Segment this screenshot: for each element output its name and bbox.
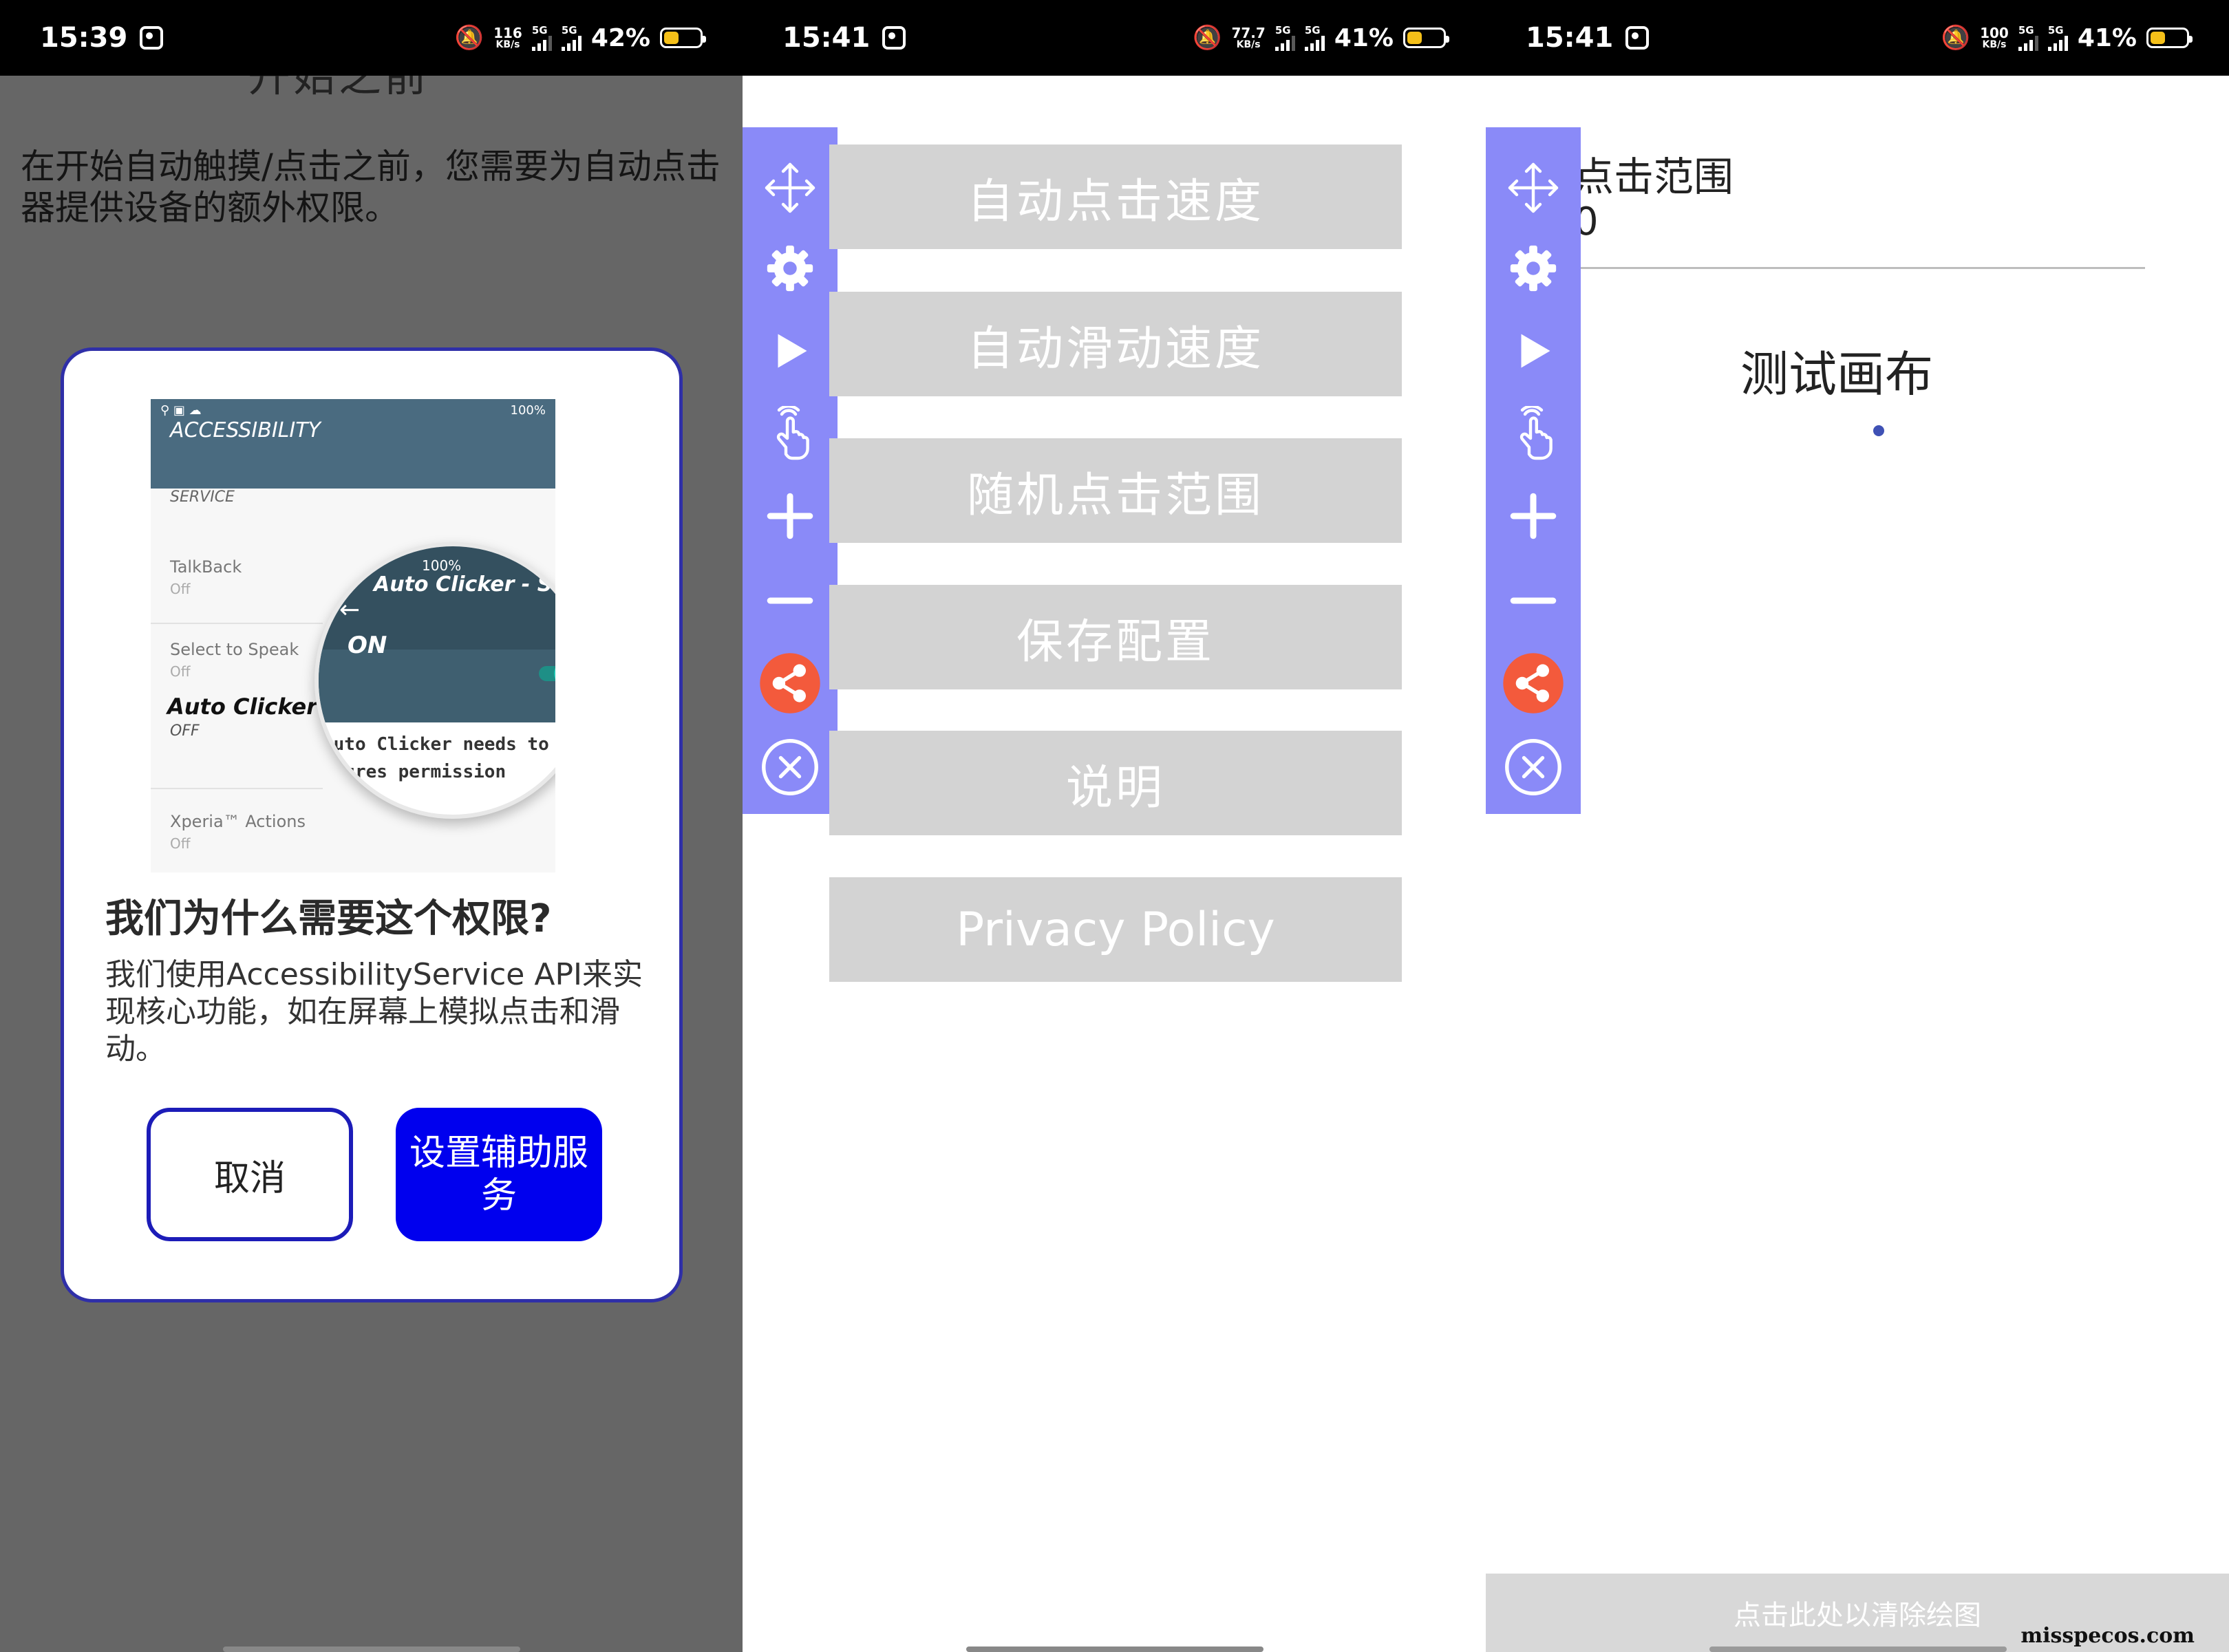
plus-icon[interactable] bbox=[1486, 482, 1581, 550]
mute-bell-icon: 🔕 bbox=[1941, 24, 1971, 52]
battery-percent: 41% bbox=[1334, 23, 1394, 52]
magnifier-title: Auto Clicker - Su bbox=[374, 572, 555, 597]
network-speed: 116 KB/s bbox=[493, 25, 522, 50]
intro-text: 在开始自动触摸/点击之前，您需要为自动点击器提供设备的额外权限。 bbox=[21, 147, 721, 228]
random-range-button[interactable]: 随机点击范围 bbox=[829, 438, 1402, 543]
move-icon[interactable] bbox=[1486, 153, 1581, 222]
illustration-section: SERVICE bbox=[170, 489, 235, 506]
move-icon[interactable] bbox=[743, 153, 838, 222]
canvas-title: 测试画布 bbox=[1740, 346, 1933, 403]
permission-screen: 开始之前 在开始自动触摸/点击之前，您需要为自动点击器提供设备的额外权限。 ⚲ … bbox=[0, 0, 743, 1652]
gallery-notification-icon bbox=[882, 26, 906, 50]
gear-icon[interactable] bbox=[1486, 234, 1581, 303]
floating-toolbar bbox=[1486, 127, 1581, 814]
list-item: Select to Speak Off bbox=[170, 640, 299, 680]
illustration-title: ACCESSIBILITY bbox=[170, 418, 321, 442]
list-item: TalkBack Off bbox=[170, 557, 242, 597]
gallery-notification-icon bbox=[1625, 26, 1650, 50]
play-icon[interactable] bbox=[743, 317, 838, 385]
signal-icon: 5G bbox=[2047, 25, 2068, 51]
battery-percent: 42% bbox=[590, 23, 650, 52]
magnifier-status: 100% bbox=[422, 557, 462, 574]
magnifier-on-label: ON bbox=[348, 632, 387, 659]
nav-gesture-bar[interactable] bbox=[223, 1646, 520, 1652]
network-speed: 100 KB/s bbox=[1980, 25, 2009, 50]
instructions-button[interactable]: 说明 bbox=[829, 731, 1402, 835]
click-range-label: 点击范围 bbox=[1574, 153, 1734, 200]
signal-icon: 5G bbox=[561, 25, 582, 51]
close-icon[interactable] bbox=[1486, 733, 1581, 802]
status-bar: 15:41 🔕 77.7 KB/s 5G 5G 41% bbox=[743, 0, 1486, 76]
test-canvas-screen: 点击范围 0 测试画布 点击此处以清除绘图 misspecos.com 15:4… bbox=[1486, 0, 2229, 1652]
dialog-title: 我们为什么需要这个权限? bbox=[105, 897, 552, 941]
accessibility-illustration: ⚲ ▣ ☁ 100% ACCESSIBILITY SERVICE TalkBac… bbox=[151, 399, 555, 872]
toggle-switch-icon bbox=[539, 661, 555, 686]
settings-menu-screen: 自动点击速度 自动滑动速度 随机点击范围 保存配置 说明 Privacy Pol… bbox=[743, 0, 1486, 1652]
signal-icon: 5G bbox=[531, 25, 552, 51]
magnifier-text-line: Auto Clicker needs to pe bbox=[323, 734, 555, 755]
illustration-status: 100% bbox=[510, 403, 546, 418]
back-arrow-icon: ← bbox=[339, 596, 361, 624]
nav-gesture-bar[interactable] bbox=[966, 1646, 1263, 1652]
dialog-body: 我们使用AccessibilityService API来实现核心功能，如在屏幕… bbox=[105, 957, 643, 1066]
signal-icon: 5G bbox=[2018, 25, 2038, 51]
tap-gesture-icon[interactable] bbox=[743, 399, 838, 468]
tap-gesture-icon[interactable] bbox=[1486, 399, 1581, 468]
play-icon[interactable] bbox=[1486, 317, 1581, 385]
battery-icon bbox=[1403, 28, 1449, 48]
status-bar: 15:41 🔕 100 KB/s 5G 5G 41% bbox=[1486, 0, 2229, 76]
battery-percent: 41% bbox=[2077, 23, 2137, 52]
mute-bell-icon: 🔕 bbox=[454, 24, 484, 52]
nav-gesture-bar[interactable] bbox=[1709, 1646, 2007, 1652]
watermark: misspecos.com bbox=[2020, 1624, 2195, 1648]
share-icon[interactable] bbox=[1486, 649, 1581, 718]
usb-icon: ⚲ ▣ ☁ bbox=[160, 403, 202, 418]
plus-icon[interactable] bbox=[743, 482, 838, 550]
network-speed: 77.7 KB/s bbox=[1231, 25, 1266, 50]
close-icon[interactable] bbox=[743, 733, 838, 802]
list-item: Xperia™ Actions Off bbox=[170, 812, 306, 852]
highlight-app-name: Auto Clicker bbox=[167, 694, 317, 720]
battery-icon bbox=[2146, 28, 2193, 48]
cancel-button[interactable]: 取消 bbox=[147, 1108, 353, 1241]
status-time: 15:41 bbox=[1526, 22, 1614, 54]
share-icon[interactable] bbox=[743, 649, 838, 718]
drawn-point bbox=[1873, 425, 1884, 436]
save-config-button[interactable]: 保存配置 bbox=[829, 585, 1402, 689]
minus-icon[interactable] bbox=[743, 566, 838, 635]
gear-icon[interactable] bbox=[743, 234, 838, 303]
gallery-notification-icon bbox=[140, 26, 164, 50]
floating-toolbar bbox=[743, 127, 838, 814]
magnifier-circle: 100% Auto Clicker - Su ← ON Auto Clicker… bbox=[314, 542, 555, 819]
status-bar: 15:39 🔕 116 KB/s 5G 5G 42% bbox=[0, 0, 743, 76]
swipe-speed-button[interactable]: 自动滑动速度 bbox=[829, 292, 1402, 396]
magnifier-text-line: stures permission bbox=[323, 762, 506, 782]
click-speed-button[interactable]: 自动点击速度 bbox=[829, 144, 1402, 249]
battery-icon bbox=[660, 28, 706, 48]
status-time: 15:41 bbox=[782, 22, 871, 54]
input-underline bbox=[1574, 267, 2145, 269]
signal-icon: 5G bbox=[1275, 25, 1295, 51]
setup-accessibility-button[interactable]: 设置辅助服务 bbox=[396, 1108, 602, 1241]
status-time: 15:39 bbox=[40, 22, 128, 54]
permission-dialog: ⚲ ▣ ☁ 100% ACCESSIBILITY SERVICE TalkBac… bbox=[61, 347, 683, 1302]
highlight-app-state: OFF bbox=[170, 722, 200, 740]
mute-bell-icon: 🔕 bbox=[1193, 24, 1222, 52]
minus-icon[interactable] bbox=[1486, 566, 1581, 635]
privacy-policy-button[interactable]: Privacy Policy bbox=[829, 877, 1402, 982]
signal-icon: 5G bbox=[1304, 25, 1325, 51]
